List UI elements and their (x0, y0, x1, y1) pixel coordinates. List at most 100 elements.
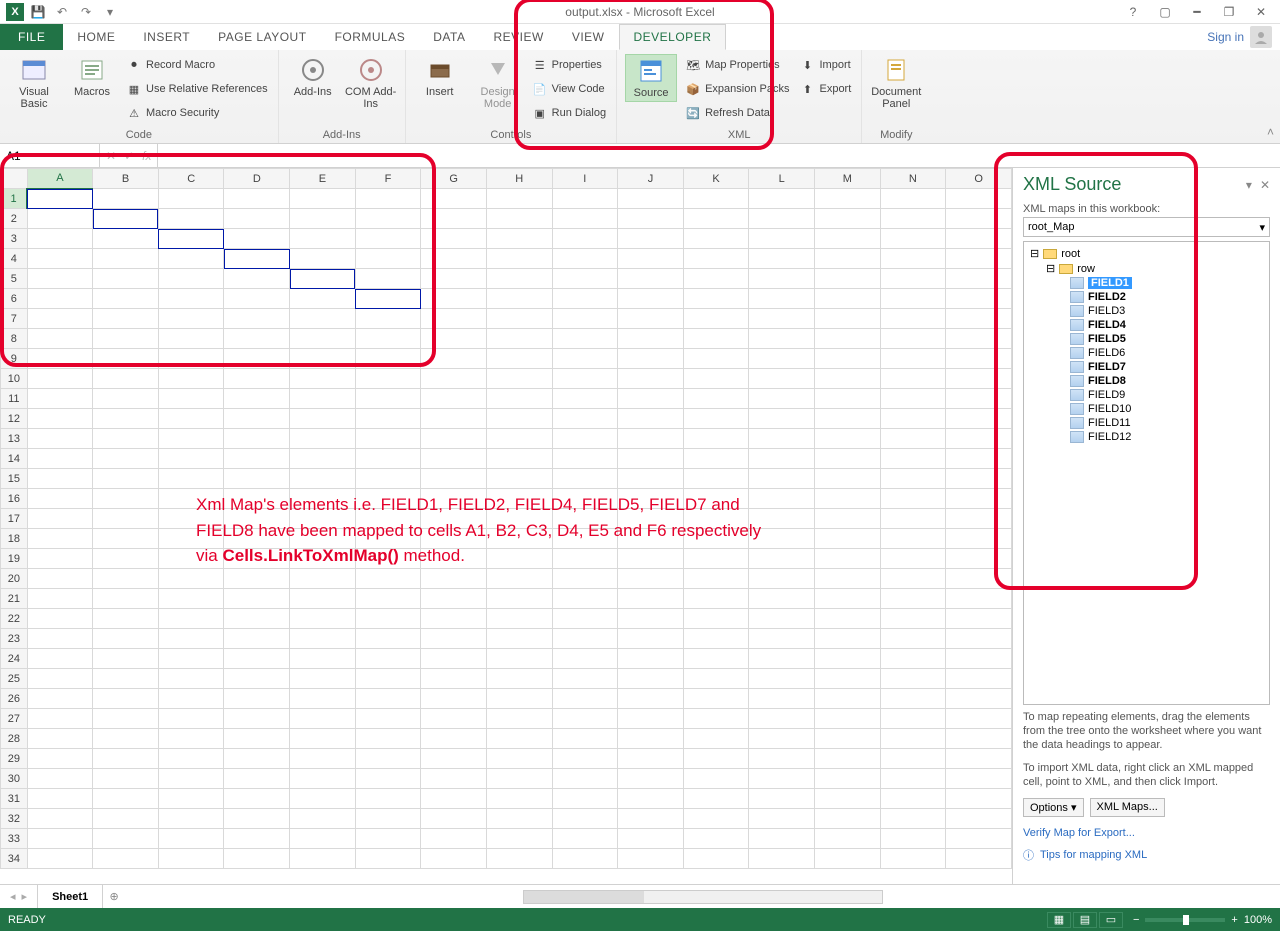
cell[interactable] (421, 669, 487, 689)
cell[interactable] (355, 249, 421, 269)
cell[interactable] (158, 449, 224, 469)
cell[interactable] (749, 709, 815, 729)
cell[interactable] (158, 189, 224, 209)
cell[interactable] (290, 749, 356, 769)
cell[interactable] (618, 689, 684, 709)
cell[interactable] (158, 289, 224, 309)
cell[interactable] (880, 709, 946, 729)
cell[interactable] (355, 649, 421, 669)
tab-page-layout[interactable]: PAGE LAYOUT (204, 24, 320, 50)
cell[interactable] (683, 609, 749, 629)
view-code-button[interactable]: 📄View Code (530, 78, 608, 100)
cell[interactable] (814, 409, 880, 429)
tree-node-field[interactable]: FIELD11 (1026, 416, 1267, 430)
cell[interactable] (421, 309, 487, 329)
cell[interactable] (355, 769, 421, 789)
cell[interactable] (27, 769, 93, 789)
cell[interactable] (618, 569, 684, 589)
cell[interactable] (749, 289, 815, 309)
cell[interactable] (224, 409, 290, 429)
cell[interactable] (224, 369, 290, 389)
cell[interactable] (27, 749, 93, 769)
row-header[interactable]: 15 (1, 469, 28, 489)
cell[interactable] (618, 229, 684, 249)
cell[interactable] (683, 289, 749, 309)
cell[interactable] (486, 389, 552, 409)
cell[interactable] (355, 349, 421, 369)
cell[interactable] (683, 809, 749, 829)
cell[interactable] (93, 269, 159, 289)
tree-node-field[interactable]: FIELD4 (1026, 318, 1267, 332)
cell[interactable] (421, 289, 487, 309)
cell[interactable] (486, 809, 552, 829)
cell[interactable] (158, 649, 224, 669)
cell[interactable] (158, 349, 224, 369)
cell[interactable] (880, 749, 946, 769)
redo-icon[interactable]: ↷ (76, 2, 96, 22)
cell[interactable] (618, 189, 684, 209)
cell[interactable] (552, 369, 618, 389)
cell[interactable] (421, 649, 487, 669)
cell[interactable] (158, 849, 224, 869)
use-relative-references-button[interactable]: ▦Use Relative References (124, 78, 270, 100)
cell[interactable] (158, 589, 224, 609)
cell[interactable] (224, 849, 290, 869)
cell[interactable] (93, 409, 159, 429)
cell[interactable] (552, 209, 618, 229)
cell[interactable] (946, 789, 1012, 809)
cell[interactable] (552, 689, 618, 709)
cell[interactable] (486, 689, 552, 709)
normal-view-icon[interactable]: ▦ (1047, 912, 1071, 928)
cancel-formula-icon[interactable]: ✕ (106, 149, 116, 163)
row-header[interactable]: 14 (1, 449, 28, 469)
cell[interactable] (158, 229, 224, 249)
cell[interactable] (27, 629, 93, 649)
cell[interactable] (683, 449, 749, 469)
cell[interactable] (683, 669, 749, 689)
cell[interactable] (224, 389, 290, 409)
cell[interactable] (486, 709, 552, 729)
cell[interactable] (355, 589, 421, 609)
cell[interactable] (749, 729, 815, 749)
cell[interactable] (486, 609, 552, 629)
cell[interactable] (93, 429, 159, 449)
row-header[interactable]: 18 (1, 529, 28, 549)
cell[interactable] (946, 809, 1012, 829)
column-header[interactable]: O (946, 169, 1012, 189)
row-header[interactable]: 10 (1, 369, 28, 389)
cell[interactable] (158, 669, 224, 689)
cell[interactable] (27, 609, 93, 629)
page-layout-icon[interactable]: ▤ (1073, 912, 1097, 928)
cell[interactable] (749, 429, 815, 449)
cell[interactable] (552, 789, 618, 809)
cell[interactable] (946, 209, 1012, 229)
cell[interactable] (93, 769, 159, 789)
cell[interactable] (749, 569, 815, 589)
row-header[interactable]: 8 (1, 329, 28, 349)
cell[interactable] (486, 669, 552, 689)
cell[interactable] (93, 649, 159, 669)
row-header[interactable]: 32 (1, 809, 28, 829)
cell[interactable] (27, 509, 93, 529)
cell[interactable] (486, 749, 552, 769)
sign-in[interactable]: Sign in (1207, 24, 1280, 50)
cell[interactable] (158, 429, 224, 449)
cell[interactable] (93, 669, 159, 689)
cell[interactable] (618, 709, 684, 729)
cell[interactable] (224, 649, 290, 669)
row-header[interactable]: 6 (1, 289, 28, 309)
cell[interactable] (880, 809, 946, 829)
worksheet-grid[interactable]: ABCDEFGHIJKLMNO1234567891011121314151617… (0, 168, 1012, 884)
cell[interactable] (880, 729, 946, 749)
cell[interactable] (421, 689, 487, 709)
cell[interactable] (158, 729, 224, 749)
cell[interactable] (290, 189, 356, 209)
cell[interactable] (880, 529, 946, 549)
cell[interactable] (290, 589, 356, 609)
tree-node-field[interactable]: FIELD5 (1026, 332, 1267, 346)
cell[interactable] (749, 749, 815, 769)
cell[interactable] (27, 689, 93, 709)
cell[interactable] (355, 389, 421, 409)
cell[interactable] (158, 829, 224, 849)
cell[interactable] (946, 769, 1012, 789)
